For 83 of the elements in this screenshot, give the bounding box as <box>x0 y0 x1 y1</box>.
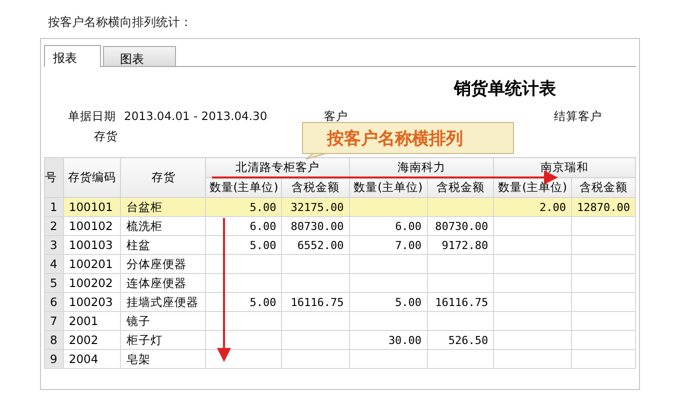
report-title: 销货单统计表 <box>454 78 557 99</box>
table-cell: 6552.00 <box>282 236 350 254</box>
table-cell <box>571 330 636 350</box>
column-header: 存货编码 <box>63 158 121 198</box>
tab[interactable]: 报表 <box>44 45 101 67</box>
table-cell <box>282 312 350 330</box>
table-cell: 2004 <box>63 350 121 368</box>
table-cell: 6.00 <box>349 216 428 236</box>
customer-label: 客户 <box>324 108 349 124</box>
table-cell <box>571 350 636 368</box>
table-cell: 9172.80 <box>427 236 494 254</box>
table-cell: 6.00 <box>206 216 282 236</box>
table-cell: 7 <box>44 312 64 330</box>
section-heading: 按客户名称横向排列统计： <box>48 14 193 31</box>
column-header: 数量(主单位) <box>349 178 428 198</box>
table-cell: 32175.00 <box>282 198 350 216</box>
table-cell: 柜子灯 <box>120 330 206 350</box>
column-header: 号 <box>44 158 64 198</box>
table-cell: 2.00 <box>494 198 572 216</box>
column-header: 数量(主单位) <box>206 178 282 198</box>
table-cell: 100101 <box>63 198 121 216</box>
table-cell <box>571 216 636 236</box>
table-cell: 526.50 <box>427 330 494 350</box>
table-cell: 2 <box>44 216 64 236</box>
table-cell <box>427 312 494 330</box>
table-cell <box>571 236 636 254</box>
table-cell: 4 <box>44 254 64 274</box>
column-header: 含税金额 <box>282 178 350 198</box>
table-cell <box>282 274 350 292</box>
table-cell: 3 <box>44 236 64 254</box>
table-cell <box>427 254 494 274</box>
table-cell: 80730.00 <box>427 216 494 236</box>
table-cell: 连体座便器 <box>120 274 206 292</box>
table-cell <box>571 274 636 292</box>
table-cell <box>282 330 350 350</box>
table-cell: 16116.75 <box>282 292 350 312</box>
column-header: 存货 <box>120 158 206 198</box>
table-cell: 7.00 <box>349 236 428 254</box>
settlement-customer-label: 结算客户 <box>554 108 603 124</box>
table-cell: 2002 <box>63 330 121 350</box>
table-cell <box>282 350 350 368</box>
date-label: 单据日期 <box>67 108 117 124</box>
table-cell: 台盆柜 <box>120 198 206 216</box>
table-cell <box>282 254 350 274</box>
table-cell <box>571 292 636 312</box>
table-cell: 8 <box>44 330 64 350</box>
table-cell: 挂墙式座便器 <box>120 292 206 312</box>
table-cell: 30.00 <box>349 330 428 350</box>
table-cell: 5.00 <box>206 236 282 254</box>
column-header: 含税金额 <box>427 178 494 198</box>
table-cell: 分体座便器 <box>120 254 206 274</box>
table-cell: 100202 <box>63 274 121 292</box>
table-cell: 5 <box>44 274 64 292</box>
table-cell: 100203 <box>63 292 121 312</box>
column-header: 含税金额 <box>571 178 636 198</box>
table-cell <box>427 274 494 292</box>
table-cell: 5.00 <box>349 292 428 312</box>
table-cell: 柱盆 <box>120 236 206 254</box>
date-range: 2013.04.01 - 2013.04.30 <box>124 109 268 123</box>
table-cell: 12870.00 <box>571 198 636 216</box>
stock-label: 存货 <box>94 128 118 144</box>
table-cell <box>571 254 636 274</box>
table-cell: 5.00 <box>206 198 282 216</box>
table-cell: 梳洗柜 <box>120 216 206 236</box>
customer-group-header: 北清路专柜客户 <box>206 158 350 178</box>
tab[interactable]: 图表 <box>103 46 176 66</box>
table-cell: 80730.00 <box>282 216 350 236</box>
table-cell: 5.00 <box>206 292 282 312</box>
table-cell: 100103 <box>63 236 121 254</box>
table-cell <box>427 198 494 216</box>
table-cell: 100102 <box>63 216 121 236</box>
table-cell: 100201 <box>63 254 121 274</box>
table-cell: 1 <box>44 198 64 216</box>
table-cell: 皂架 <box>120 350 206 368</box>
table-cell: 9 <box>44 350 64 368</box>
table-cell: 6 <box>44 292 64 312</box>
table-cell <box>427 350 494 368</box>
table-cell: 2001 <box>63 312 121 330</box>
customer-group-header: 南京瑞和 <box>494 158 636 178</box>
customer-group-header: 海南科力 <box>349 158 494 178</box>
table-cell: 镜子 <box>120 312 206 330</box>
table-cell <box>571 312 636 330</box>
table-cell: 16116.75 <box>427 292 494 312</box>
